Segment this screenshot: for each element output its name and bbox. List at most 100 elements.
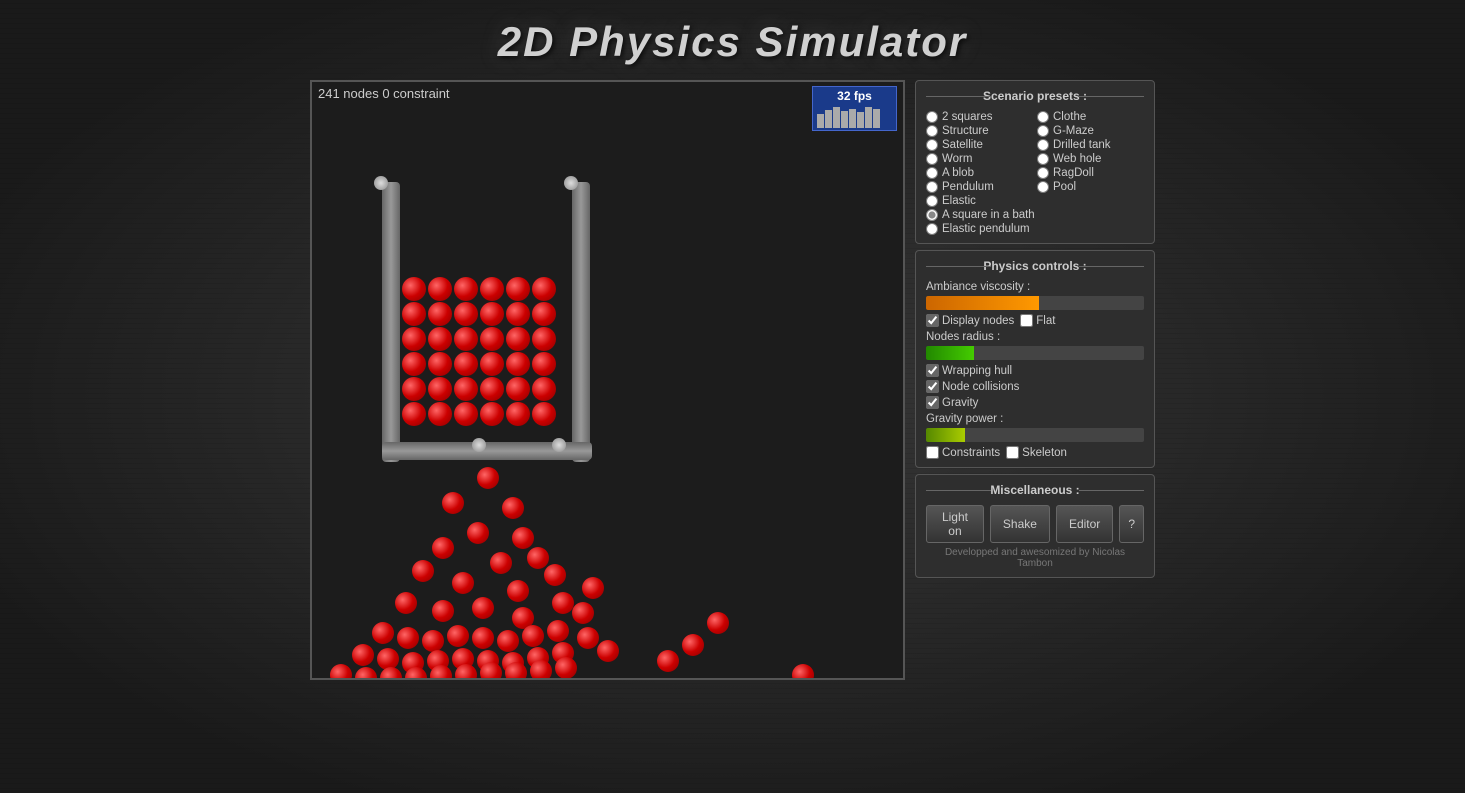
radio-pool[interactable]: Pool <box>1037 181 1144 193</box>
radio-input-webhole[interactable] <box>1037 153 1049 165</box>
radio-input-clothe[interactable] <box>1037 111 1049 123</box>
ball <box>707 612 729 634</box>
scenario-radio-grid: 2 squares Clothe Structure G-Maze <box>926 111 1144 235</box>
display-nodes-checkbox[interactable] <box>926 314 939 327</box>
wrapping-hull-checkbox[interactable] <box>926 364 939 377</box>
ambiance-viscosity-label: Ambiance viscosity : <box>926 281 1144 293</box>
ball <box>428 327 452 351</box>
ball <box>572 602 594 624</box>
nodes-radius-slider[interactable] <box>926 346 1144 360</box>
ball <box>430 665 452 680</box>
joint-tr <box>564 176 578 190</box>
ball <box>522 625 544 647</box>
radio-label-satellite: Satellite <box>942 139 983 151</box>
wrapping-hull-item[interactable]: Wrapping hull <box>926 364 1144 377</box>
ball <box>432 537 454 559</box>
ball <box>480 662 502 680</box>
radio-webhole[interactable]: Web hole <box>1037 153 1144 165</box>
ball <box>506 302 530 326</box>
radio-input-ablob[interactable] <box>926 167 938 179</box>
gravity-checkbox[interactable] <box>926 396 939 409</box>
structure-wall-right <box>572 182 590 462</box>
gravity-item[interactable]: Gravity <box>926 396 1144 409</box>
radio-structure[interactable]: Structure <box>926 125 1033 137</box>
ball <box>402 352 426 376</box>
radio-label-worm: Worm <box>942 153 972 165</box>
constraints-skeleton-row: Constraints Skeleton <box>926 446 1144 459</box>
node-collisions-checkbox[interactable] <box>926 380 939 393</box>
radio-elastic[interactable]: Elastic <box>926 195 1033 207</box>
ball <box>352 644 374 666</box>
simulation-canvas[interactable]: 241 nodes 0 constraint 32 fps <box>310 80 905 680</box>
shake-button[interactable]: Shake <box>990 505 1050 543</box>
ball <box>428 302 452 326</box>
radio-ragdoll[interactable]: RagDoll <box>1037 167 1144 179</box>
radio-label-clothe: Clothe <box>1053 111 1086 123</box>
gravity-power-slider[interactable] <box>926 428 1144 442</box>
radio-elasticpendulum[interactable]: Elastic pendulum <box>926 223 1144 235</box>
help-button[interactable]: ? <box>1119 505 1144 543</box>
ball <box>330 664 352 680</box>
credits: Developped and awesomized by Nicolas Tam… <box>926 547 1144 569</box>
radio-label-2squares: 2 squares <box>942 111 993 123</box>
radio-drilledtank[interactable]: Drilled tank <box>1037 139 1144 151</box>
ball <box>480 402 504 426</box>
radio-gmaze[interactable]: G-Maze <box>1037 125 1144 137</box>
flat-checkbox[interactable] <box>1020 314 1033 327</box>
miscellaneous-title: Miscellaneous : <box>926 483 1144 497</box>
ball <box>452 572 474 594</box>
radio-input-worm[interactable] <box>926 153 938 165</box>
radio-input-elasticpendulum[interactable] <box>926 223 938 235</box>
ball <box>454 402 478 426</box>
gravity-power-label: Gravity power : <box>926 413 1144 425</box>
ball <box>682 634 704 656</box>
scenario-presets-section: Scenario presets : 2 squares Clothe S <box>915 80 1155 244</box>
flat-checkbox-item[interactable]: Flat <box>1020 314 1055 327</box>
ball <box>442 492 464 514</box>
radio-input-drilledtank[interactable] <box>1037 139 1049 151</box>
ball <box>455 664 477 680</box>
radio-clothe[interactable]: Clothe <box>1037 111 1144 123</box>
radio-input-elastic[interactable] <box>926 195 938 207</box>
radio-input-ragdoll[interactable] <box>1037 167 1049 179</box>
ball <box>506 402 530 426</box>
radio-pendulum[interactable]: Pendulum <box>926 181 1033 193</box>
radio-input-pendulum[interactable] <box>926 181 938 193</box>
ball <box>397 627 419 649</box>
radio-input-2squares[interactable] <box>926 111 938 123</box>
radio-squarebath[interactable]: A square in a bath <box>926 209 1144 221</box>
ambiance-viscosity-slider[interactable] <box>926 296 1144 310</box>
radio-ablob[interactable]: A blob <box>926 167 1033 179</box>
radio-label-ragdoll: RagDoll <box>1053 167 1094 179</box>
editor-button[interactable]: Editor <box>1056 505 1113 543</box>
radio-2squares[interactable]: 2 squares <box>926 111 1033 123</box>
radio-label-ablob: A blob <box>942 167 974 179</box>
light-on-button[interactable]: Light on <box>926 505 984 543</box>
node-collisions-item[interactable]: Node collisions <box>926 380 1144 393</box>
ball <box>454 327 478 351</box>
ball <box>792 664 814 680</box>
ball <box>355 667 377 680</box>
main-layout: 241 nodes 0 constraint 32 fps <box>310 80 1155 680</box>
ball <box>432 600 454 622</box>
radio-input-satellite[interactable] <box>926 139 938 151</box>
node-collisions-label: Node collisions <box>942 381 1019 393</box>
radio-input-pool[interactable] <box>1037 181 1049 193</box>
ball <box>472 597 494 619</box>
scenario-presets-title: Scenario presets : <box>926 89 1144 103</box>
ball <box>395 592 417 614</box>
ball <box>467 522 489 544</box>
radio-input-gmaze[interactable] <box>1037 125 1049 137</box>
constraints-checkbox[interactable] <box>926 446 939 459</box>
radio-worm[interactable]: Worm <box>926 153 1033 165</box>
physics-controls-title: Physics controls : <box>926 259 1144 273</box>
skeleton-item[interactable]: Skeleton <box>1006 446 1067 459</box>
constraints-item[interactable]: Constraints <box>926 446 1000 459</box>
skeleton-checkbox[interactable] <box>1006 446 1019 459</box>
right-panel: Scenario presets : 2 squares Clothe S <box>915 80 1155 578</box>
ball <box>428 402 452 426</box>
radio-input-squarebath[interactable] <box>926 209 938 221</box>
radio-input-structure[interactable] <box>926 125 938 137</box>
display-nodes-checkbox-item[interactable]: Display nodes <box>926 314 1014 327</box>
radio-satellite[interactable]: Satellite <box>926 139 1033 151</box>
